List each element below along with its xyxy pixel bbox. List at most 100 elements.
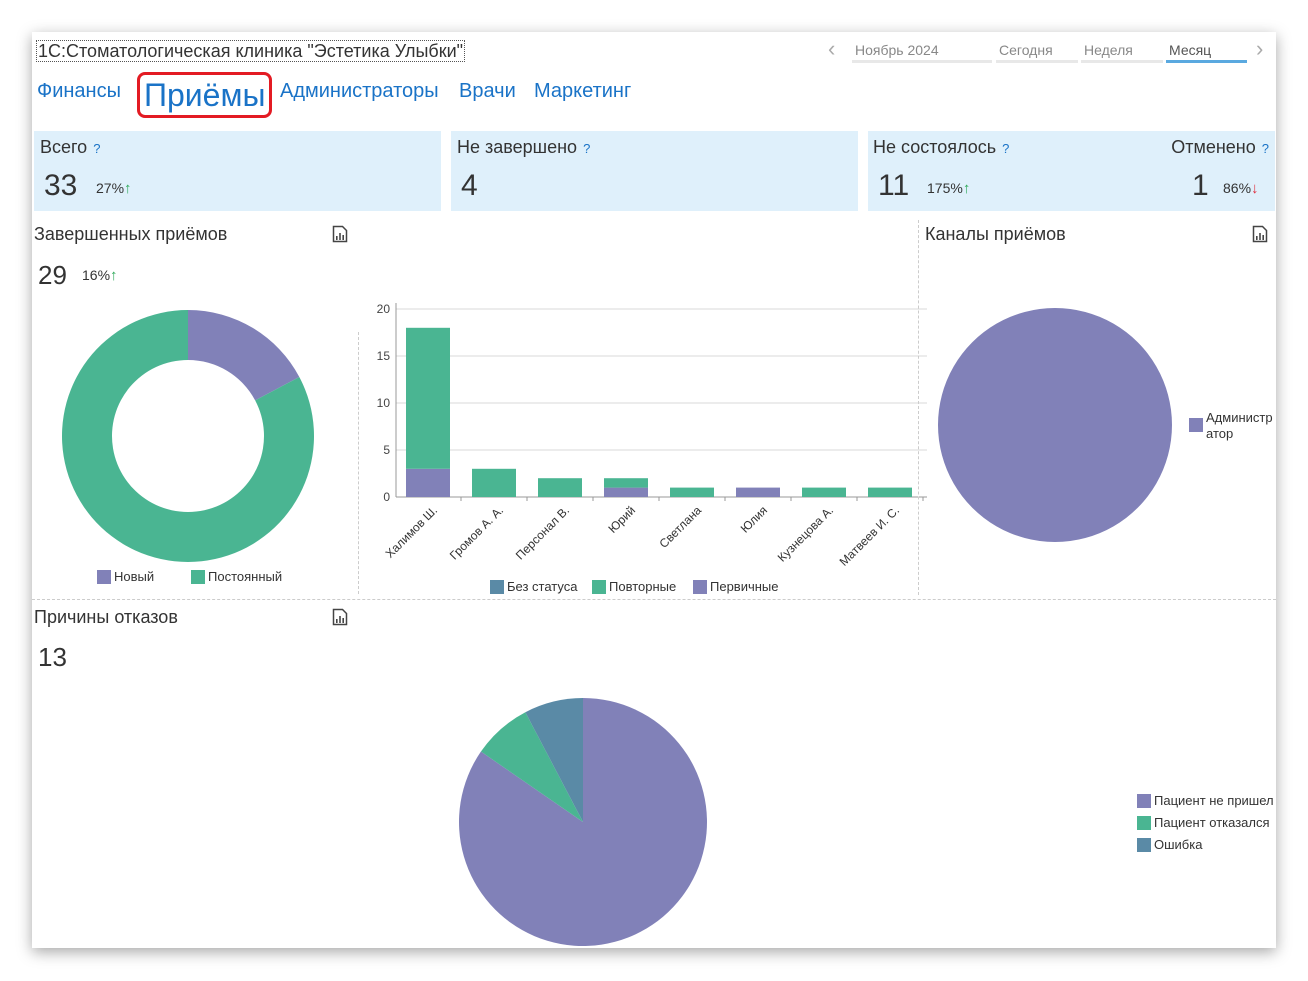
reasons-legend-label-1: Пациент отказался	[1154, 815, 1270, 830]
help-icon[interactable]: ?	[1002, 141, 1009, 156]
legend-swatch	[693, 579, 707, 594]
report-icon[interactable]	[332, 608, 348, 626]
x-tick-label: Халимов Ш.	[383, 503, 441, 561]
card-total-value: 33	[44, 169, 78, 202]
bar-segment[interactable]	[604, 487, 648, 497]
channels-title: Каналы приёмов	[925, 224, 1066, 244]
donut-legend-label-0: Новый	[114, 569, 155, 584]
report-icon[interactable]	[332, 225, 348, 243]
bar-segment[interactable]	[604, 478, 648, 488]
app-title: 1С:Стоматологическая клиника "Эстетика У…	[36, 40, 466, 62]
bar-chart: 0 5 10 15 20 Халимов Ш. Громов А. А. Персонал В…	[377, 302, 927, 569]
reasons-title: Причины отказов	[34, 607, 178, 627]
period-current[interactable]: Ноябрь 2024	[852, 42, 992, 63]
legend-swatch	[191, 569, 205, 584]
bar-legend-item: Без статуса	[490, 579, 577, 594]
reasons-legend-item: Пациент не пришел	[1137, 793, 1274, 808]
divider	[32, 599, 1276, 600]
x-tick-label: Юлия	[738, 503, 770, 535]
y-tick-label: 15	[377, 349, 391, 363]
tab-doctors[interactable]: Врачи	[459, 80, 516, 103]
tab-marketing[interactable]: Маркетинг	[534, 80, 631, 103]
channels-legend-label: Администр атор	[1206, 410, 1273, 441]
x-tick-label: Матвеев И. С.	[837, 503, 903, 569]
x-tick-label: Кузнецова А.	[775, 503, 836, 564]
card-not-held-label: Не состоялось	[873, 137, 997, 157]
tab-finance[interactable]: Финансы	[37, 80, 121, 103]
card-total-label: Всего	[40, 137, 88, 157]
x-tick-label: Персонал В.	[513, 503, 572, 562]
bar-legend-label-0: Без статуса	[507, 579, 578, 594]
channels-slice-0[interactable]	[937, 308, 1172, 542]
legend-swatch	[1137, 837, 1151, 852]
legend-swatch	[490, 579, 504, 594]
reasons-legend-label-0: Пациент не пришел	[1154, 793, 1274, 808]
legend-swatch	[1137, 815, 1151, 830]
card-cancelled-label: Отменено	[1171, 137, 1256, 157]
x-tick-label: Светлана	[656, 503, 704, 551]
donut-chart	[62, 310, 315, 562]
donut-legend-item: Постоянный	[191, 569, 282, 584]
card-cancelled-pct: 86%	[1223, 180, 1252, 196]
completed-pct: 16%	[82, 267, 111, 283]
card-not-held-pct: 175%	[927, 180, 963, 196]
bar-segment[interactable]	[670, 487, 714, 497]
help-icon[interactable]: ?	[583, 141, 590, 156]
help-icon[interactable]: ?	[1262, 141, 1269, 156]
legend-swatch	[1137, 793, 1151, 808]
period-month[interactable]: Месяц	[1166, 42, 1247, 63]
bar-legend-label-2: Первичные	[710, 579, 779, 594]
reasons-legend-item: Пациент отказался	[1137, 815, 1270, 830]
divider	[918, 220, 919, 595]
bar-legend-label-1: Повторные	[609, 579, 677, 594]
card-incomplete: Не завершено? 4	[451, 131, 858, 211]
card-total: Всего? 33 27%↑	[34, 131, 441, 211]
bar-segment[interactable]	[472, 468, 516, 497]
card-not-held: Не состоялось? 11 175%↑ Отменено? 1 86%↓	[868, 131, 1275, 211]
reasons-value: 13	[38, 642, 67, 672]
prev-period-icon[interactable]: ‹	[828, 38, 835, 60]
legend-swatch	[97, 569, 111, 584]
period-today[interactable]: Сегодня	[996, 42, 1078, 63]
donut-legend-label-1: Постоянный	[208, 569, 283, 584]
arrow-down-icon: ↓	[1251, 180, 1259, 197]
period-week[interactable]: Неделя	[1081, 42, 1163, 63]
donut-legend-item: Новый	[97, 569, 154, 584]
y-tick-label: 20	[377, 302, 391, 316]
bar-segment[interactable]	[736, 487, 780, 497]
card-incomplete-value: 4	[461, 169, 478, 202]
card-incomplete-label: Не завершено	[457, 137, 578, 157]
y-tick-label: 0	[383, 490, 390, 504]
reasons-legend-item: Ошибка	[1137, 837, 1202, 852]
channels-legend-item: Администр атор	[1189, 410, 1276, 442]
arrow-up-icon: ↑	[124, 180, 132, 197]
x-tick-label: Юрий	[605, 503, 638, 536]
arrow-up-icon: ↑	[110, 267, 118, 284]
bar-segment[interactable]	[538, 478, 582, 497]
report-icon[interactable]	[1252, 225, 1268, 243]
card-total-pct: 27%	[96, 180, 125, 196]
bar-legend-item: Повторные	[592, 579, 676, 594]
tab-administrators[interactable]: Администраторы	[280, 80, 439, 103]
y-tick-label: 10	[377, 396, 391, 410]
help-icon[interactable]: ?	[93, 141, 100, 156]
bar-segment[interactable]	[406, 327, 450, 469]
dashboard-window: 1С:Стоматологическая клиника "Эстетика У…	[32, 32, 1276, 948]
legend-swatch	[1189, 418, 1203, 432]
legend-swatch	[592, 579, 606, 594]
completed-value: 29	[38, 260, 67, 290]
bar-segment[interactable]	[868, 487, 912, 497]
bar-segment[interactable]	[802, 487, 846, 497]
x-tick-label: Громов А. А.	[447, 503, 506, 562]
next-period-icon[interactable]: ›	[1256, 38, 1263, 60]
completed-title: Завершенных приёмов	[34, 224, 228, 244]
arrow-up-icon: ↑	[962, 180, 971, 197]
reasons-pie	[459, 698, 707, 946]
divider	[358, 332, 359, 594]
tab-appointments[interactable]: Приёмы	[137, 72, 273, 118]
reasons-legend-label-2: Ошибка	[1154, 837, 1203, 852]
y-tick-label: 5	[383, 443, 390, 457]
bar-segment[interactable]	[406, 468, 450, 497]
card-cancelled-value: 1	[1192, 169, 1209, 202]
card-not-held-value: 11	[878, 169, 910, 202]
